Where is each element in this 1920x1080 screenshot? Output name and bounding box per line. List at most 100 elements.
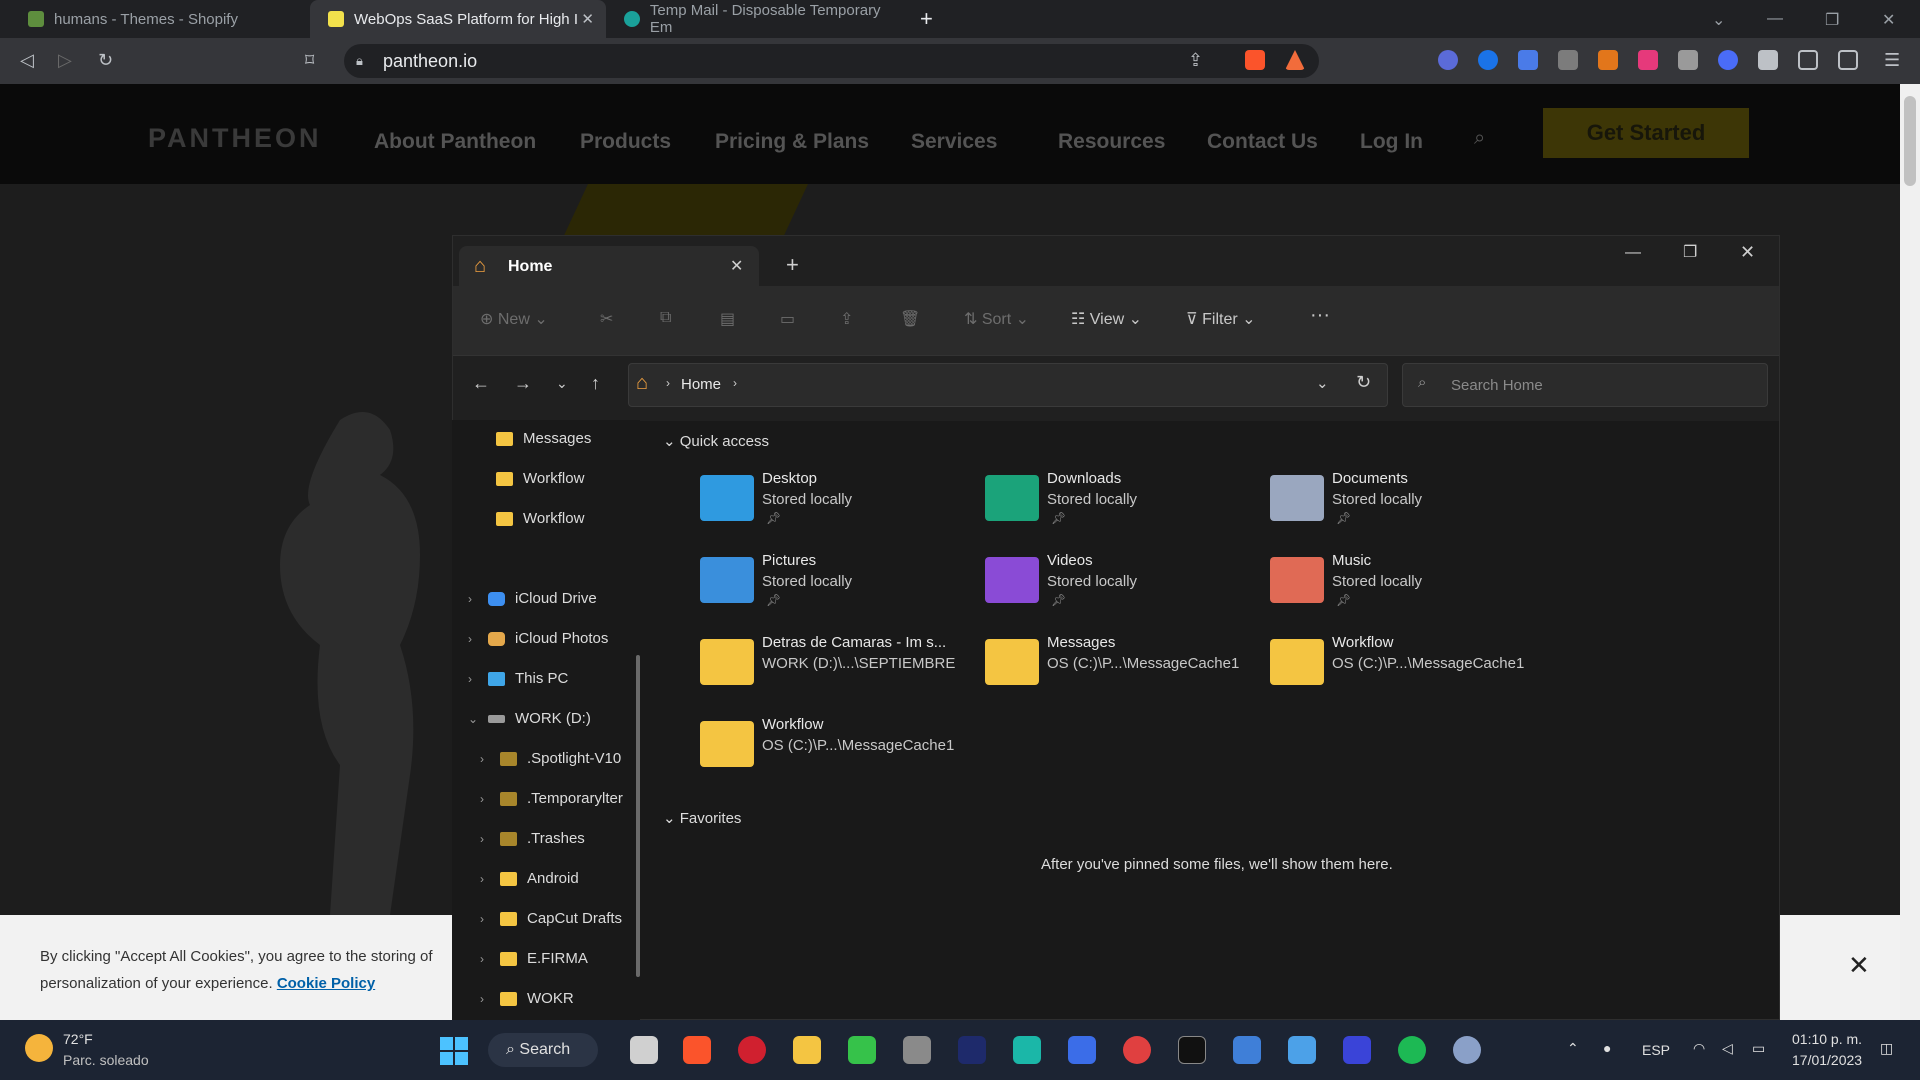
premiere-icon[interactable] (958, 1036, 986, 1064)
file-explorer-icon[interactable] (793, 1036, 821, 1064)
pantheon-logo[interactable]: PANTHEON (148, 123, 322, 154)
quick-access-downloads[interactable]: Downloads Stored locally 📌︎ (985, 470, 1270, 542)
wifi-icon[interactable]: ◠ (1693, 1040, 1705, 1057)
site-search-icon[interactable]: ⌕ (1474, 127, 1485, 150)
explorer-close-icon[interactable]: ✕ (1740, 242, 1755, 263)
up-icon[interactable]: ↑ (591, 373, 600, 394)
weather-temp[interactable]: 72°F (63, 1031, 93, 1047)
sidebar-item-messages[interactable]: Messages (496, 430, 591, 447)
quick-access-pictures[interactable]: Pictures Stored locally 📌︎ (700, 552, 985, 624)
sidebar-item-folder[interactable]: › E.FIRMA (480, 950, 588, 967)
opera-icon[interactable] (738, 1036, 766, 1064)
chevron-right-icon[interactable]: › (468, 672, 488, 686)
sidebar-item-folder[interactable]: › WOKR (480, 990, 574, 1007)
address-dropdown-icon[interactable]: ⌄ (1316, 374, 1329, 392)
delete-icon[interactable]: 🗑︎ (900, 309, 920, 329)
site-scrollbar[interactable] (1900, 84, 1920, 1020)
sort-button[interactable]: ⇅ Sort ⌄ (964, 309, 1029, 329)
back-icon[interactable]: ← (472, 373, 490, 394)
chevron-right-icon[interactable]: › (480, 992, 500, 1006)
cookie-policy-link[interactable]: Cookie Policy (277, 975, 375, 992)
breadcrumb-chevron-icon[interactable]: › (733, 376, 737, 390)
quick-access-workflow[interactable]: Workflow OS (C:)\P...\MessageCache1 (700, 716, 985, 788)
translate-icon[interactable] (1518, 50, 1538, 70)
recent-locations-icon[interactable]: ⌄ (556, 375, 568, 392)
taskbar-search[interactable]: ⌕ Search (488, 1033, 598, 1067)
nav-contact[interactable]: Contact Us (1207, 130, 1318, 154)
nav-login[interactable]: Log In (1360, 130, 1423, 154)
app-icon[interactable] (1123, 1036, 1151, 1064)
sidebar-item-icloud-drive[interactable]: › iCloud Drive (468, 590, 597, 607)
forward-icon[interactable]: → (514, 373, 532, 394)
clock-time[interactable]: 01:10 p. m. (1792, 1031, 1862, 1047)
app-icon[interactable] (848, 1036, 876, 1064)
chevron-right-icon[interactable]: › (468, 592, 488, 606)
task-view-icon[interactable] (630, 1036, 658, 1064)
share-icon[interactable]: ⇪ (840, 309, 853, 329)
quick-access-videos[interactable]: Videos Stored locally 📌︎ (985, 552, 1270, 624)
more-options-button[interactable]: ··· (1310, 304, 1330, 327)
quick-access-workflow[interactable]: Workflow OS (C:)\P...\MessageCache1 (1270, 634, 1555, 706)
explorer-maximize-icon[interactable]: ❐ (1683, 242, 1697, 262)
sidebar-item-workflow[interactable]: Workflow (496, 510, 584, 527)
chevron-right-icon[interactable]: › (480, 952, 500, 966)
tab-search-icon[interactable]: ⌄ (1712, 10, 1725, 30)
sidebar-item-folder[interactable]: › Android (480, 870, 579, 887)
quick-access-desktop[interactable]: Desktop Stored locally 📌︎ (700, 470, 985, 542)
new-tab-icon[interactable]: + (786, 252, 799, 278)
breadcrumb-chevron-icon[interactable]: › (666, 376, 670, 390)
quick-access-documents[interactable]: Documents Stored locally 📌︎ (1270, 470, 1555, 542)
view-button[interactable]: ☷ View ⌄ (1071, 309, 1142, 329)
app-icon[interactable] (1013, 1036, 1041, 1064)
browser-tab-pantheon[interactable]: WebOps SaaS Platform for High I ✕ (310, 0, 606, 38)
language-indicator[interactable]: ESP (1642, 1042, 1670, 1058)
get-started-button[interactable]: Get Started (1543, 108, 1749, 158)
nav-services[interactable]: Services (911, 130, 997, 154)
address-bar[interactable] (344, 44, 1319, 78)
brave-shields-icon[interactable] (1245, 50, 1265, 70)
extension-icon[interactable] (1718, 50, 1738, 70)
forward-icon[interactable]: ▷ (58, 50, 72, 71)
chevron-right-icon[interactable]: › (480, 832, 500, 846)
extension-icon[interactable] (1438, 50, 1458, 70)
minimize-icon[interactable]: — (1767, 10, 1783, 28)
new-tab-icon[interactable]: + (920, 6, 933, 32)
rename-icon[interactable]: ▭ (780, 309, 795, 329)
app-icon[interactable] (1343, 1036, 1371, 1064)
breadcrumb-home[interactable]: Home (681, 376, 721, 393)
browser-tab-tempmail[interactable]: Temp Mail - Disposable Temporary Em (606, 0, 906, 38)
sidebar-item-folder[interactable]: › CapCut Drafts (480, 910, 622, 927)
sidebar-item-folder[interactable]: › .Temporarylter (480, 790, 623, 807)
browser-tab-shopify[interactable]: humans - Themes - Shopify (10, 0, 310, 38)
quick-access-header[interactable]: ⌄ Quick access (663, 432, 769, 450)
reload-icon[interactable]: ↻ (98, 50, 113, 71)
bookmark-icon[interactable]: ⌑ (305, 50, 314, 71)
sidebar-item-workflow[interactable]: Workflow (496, 470, 584, 487)
capcut-icon[interactable] (1178, 1036, 1206, 1064)
refresh-icon[interactable]: ↻ (1356, 372, 1371, 393)
extension-icon[interactable] (1478, 50, 1498, 70)
maximize-icon[interactable]: ❐ (1825, 10, 1839, 30)
copy-icon[interactable]: ⧉ (660, 309, 671, 327)
paste-icon[interactable]: ▤ (720, 309, 735, 329)
battery-icon[interactable]: ▭ (1752, 1040, 1765, 1057)
chevron-right-icon[interactable]: › (480, 912, 500, 926)
cut-icon[interactable]: ✂ (600, 309, 613, 329)
metamask-icon[interactable] (1598, 50, 1618, 70)
favorites-header[interactable]: ⌄ Favorites (663, 809, 741, 827)
cookie-close-icon[interactable]: ✕ (1848, 950, 1870, 981)
explorer-tab-home[interactable] (459, 246, 759, 286)
sidebar-item-work-drive[interactable]: ⌄ WORK (D:) (468, 710, 591, 727)
close-window-icon[interactable]: ✕ (1882, 10, 1895, 30)
brave-icon[interactable] (683, 1036, 711, 1064)
site-scrollbar-thumb[interactable] (1904, 96, 1916, 186)
sidebar-item-folder[interactable]: › .Trashes (480, 830, 585, 847)
quick-access-messages[interactable]: Messages OS (C:)\P...\MessageCache1 (985, 634, 1270, 706)
volume-icon[interactable]: ◁ (1722, 1040, 1733, 1057)
chevron-right-icon[interactable]: › (480, 752, 500, 766)
start-icon[interactable] (440, 1037, 468, 1065)
extension-icon[interactable] (1638, 50, 1658, 70)
close-tab-icon[interactable]: ✕ (581, 10, 594, 28)
filter-button[interactable]: ⊽ Filter ⌄ (1186, 309, 1256, 329)
extension-icon[interactable] (1558, 50, 1578, 70)
